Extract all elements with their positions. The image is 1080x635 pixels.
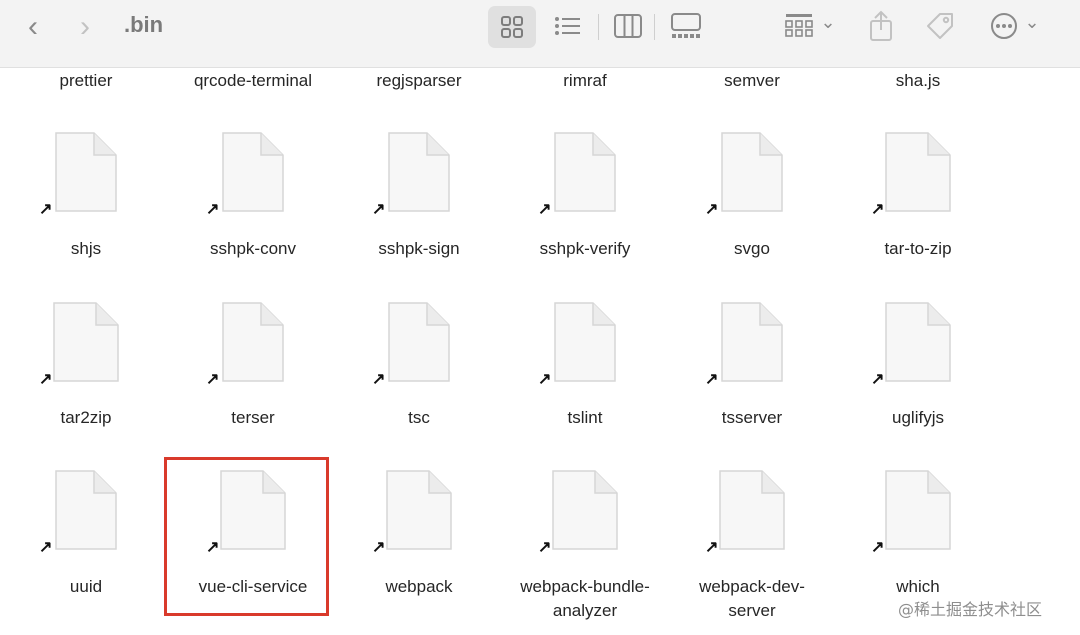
file-name: uglifyjs xyxy=(892,408,944,427)
back-button[interactable]: ‹ xyxy=(16,10,50,43)
forward-button[interactable]: › xyxy=(68,10,102,43)
alias-arrow-icon: ↗ xyxy=(538,371,552,388)
file-name: rimraf xyxy=(563,71,607,90)
icon-view-button[interactable] xyxy=(488,6,536,48)
list-icon xyxy=(555,17,580,35)
document-icon xyxy=(221,301,285,388)
document-icon xyxy=(884,469,952,556)
document-icon xyxy=(385,469,453,556)
highlight-box xyxy=(164,457,329,616)
share-icon xyxy=(870,10,892,41)
toolbar-divider xyxy=(654,14,655,40)
alias-arrow-icon: ↗ xyxy=(538,201,552,218)
alias-arrow-icon: ↗ xyxy=(871,201,885,218)
document-icon xyxy=(387,131,451,218)
alias-arrow-icon: ↗ xyxy=(705,539,719,556)
group-by-button[interactable]: ⌄ xyxy=(780,10,840,42)
file-name: qrcode-terminal xyxy=(193,71,313,90)
document-icon xyxy=(387,301,451,388)
file-name: tar2zip xyxy=(60,408,112,427)
alias-arrow-icon: ↗ xyxy=(538,539,552,556)
document-icon xyxy=(551,469,619,556)
alias-arrow-icon: ↗ xyxy=(871,539,885,556)
file-name: sha.js xyxy=(895,71,941,90)
chevron-down-icon: ⌄ xyxy=(820,11,836,32)
ellipsis-circle-icon xyxy=(991,13,1018,39)
file-name: regjsparser xyxy=(376,71,462,90)
file-name: shjs xyxy=(70,239,102,258)
file-grid: prettier qrcode-terminal regjsparser rimraf… xyxy=(0,69,1080,635)
alias-arrow-icon: ↗ xyxy=(372,371,386,388)
document-icon xyxy=(52,301,120,388)
file-name: sshpk-verify xyxy=(539,239,631,258)
alias-arrow-icon: ↗ xyxy=(372,539,386,556)
file-name: sshpk-conv xyxy=(210,239,296,258)
alias-arrow-icon: ↗ xyxy=(39,371,53,388)
watermark: @稀土掘金技术社区 xyxy=(898,600,1043,619)
chevron-down-icon: ⌄ xyxy=(1024,11,1040,32)
tag-button[interactable] xyxy=(922,8,958,44)
alias-arrow-icon: ↗ xyxy=(705,201,719,218)
document-icon xyxy=(718,469,786,556)
alias-arrow-icon: ↗ xyxy=(871,371,885,388)
file-name: prettier xyxy=(59,71,113,90)
file-name: tsserver xyxy=(721,408,783,427)
grid-icon xyxy=(501,16,523,38)
tag-icon xyxy=(927,13,953,39)
file-name: tslint xyxy=(567,408,603,427)
alias-arrow-icon: ↗ xyxy=(206,201,220,218)
file-name: terser xyxy=(231,408,275,427)
file-name: svgo xyxy=(734,239,770,258)
toolbar-divider xyxy=(598,14,599,40)
window-title: .bin xyxy=(124,12,164,37)
file-name: server xyxy=(728,601,776,620)
alias-arrow-icon: ↗ xyxy=(705,371,719,388)
gallery-view-button[interactable] xyxy=(668,10,704,42)
file-name: sshpk-sign xyxy=(378,239,460,258)
document-icon xyxy=(553,131,617,218)
file-name: analyzer xyxy=(552,601,618,620)
file-name: webpack xyxy=(385,577,453,596)
document-icon xyxy=(553,301,617,388)
file-name: webpack-bundle- xyxy=(520,577,650,596)
share-button[interactable] xyxy=(866,8,896,44)
file-name: semver xyxy=(724,71,780,90)
file-name: tar-to-zip xyxy=(884,239,952,258)
file-name: tsc xyxy=(408,408,430,427)
document-icon xyxy=(720,301,784,388)
alias-arrow-icon: ↗ xyxy=(39,539,53,556)
group-grid-icon xyxy=(785,14,814,37)
file-name: uuid xyxy=(69,577,103,596)
document-icon xyxy=(54,469,118,556)
column-view-button[interactable] xyxy=(612,10,644,42)
list-view-button[interactable] xyxy=(552,10,584,42)
document-icon xyxy=(54,131,118,218)
file-name: webpack-dev- xyxy=(699,577,805,596)
document-icon xyxy=(221,131,285,218)
document-icon xyxy=(884,131,952,218)
alias-arrow-icon: ↗ xyxy=(206,371,220,388)
document-icon xyxy=(884,301,952,388)
more-actions-button[interactable]: ⌄ xyxy=(986,10,1044,42)
document-icon xyxy=(720,131,784,218)
alias-arrow-icon: ↗ xyxy=(372,201,386,218)
gallery-icon xyxy=(671,13,701,38)
finder-toolbar: ‹ › .bin ⌄ ⌄ xyxy=(0,0,1080,68)
alias-arrow-icon: ↗ xyxy=(39,201,53,218)
columns-icon xyxy=(614,14,642,38)
